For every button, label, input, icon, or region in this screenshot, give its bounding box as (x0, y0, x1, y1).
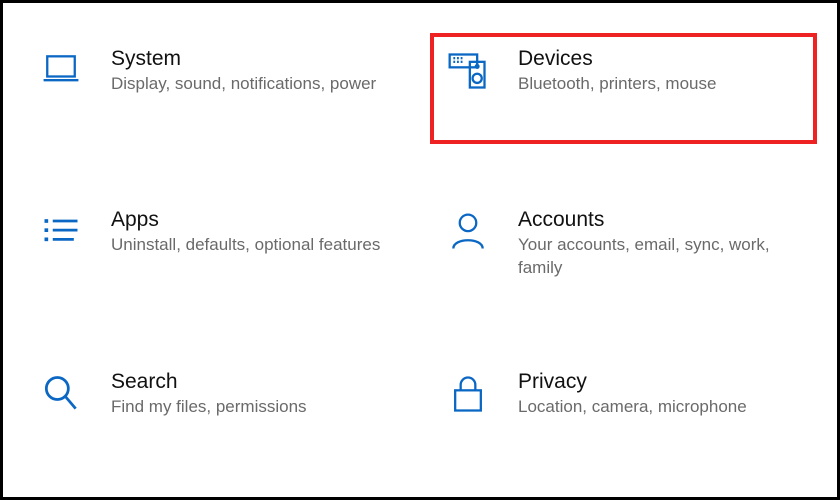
category-desc: Find my files, permissions (111, 396, 394, 419)
apps-list-icon (39, 210, 83, 254)
category-title: Search (111, 370, 394, 394)
category-title: Accounts (518, 208, 801, 232)
category-title: Apps (111, 208, 394, 232)
category-text: Accounts Your accounts, email, sync, wor… (518, 208, 801, 280)
category-desc: Display, sound, notifications, power (111, 73, 394, 96)
category-desc: Bluetooth, printers, mouse (518, 73, 801, 96)
person-icon (446, 210, 490, 254)
category-title: System (111, 47, 394, 71)
category-text: System Display, sound, notifications, po… (111, 47, 394, 96)
category-devices[interactable]: Devices Bluetooth, printers, mouse (430, 33, 817, 144)
devices-icon (446, 49, 490, 93)
laptop-icon (39, 49, 83, 93)
settings-categories-grid: System Display, sound, notifications, po… (23, 33, 817, 467)
category-apps[interactable]: Apps Uninstall, defaults, optional featu… (23, 194, 410, 305)
lock-icon (446, 372, 490, 416)
category-title: Privacy (518, 370, 801, 394)
category-privacy[interactable]: Privacy Location, camera, microphone (430, 356, 817, 467)
category-text: Devices Bluetooth, printers, mouse (518, 47, 801, 96)
category-text: Apps Uninstall, defaults, optional featu… (111, 208, 394, 257)
category-desc: Uninstall, defaults, optional features (111, 234, 394, 257)
category-accounts[interactable]: Accounts Your accounts, email, sync, wor… (430, 194, 817, 305)
category-text: Privacy Location, camera, microphone (518, 370, 801, 419)
category-text: Search Find my files, permissions (111, 370, 394, 419)
search-icon (39, 372, 83, 416)
category-title: Devices (518, 47, 801, 71)
category-system[interactable]: System Display, sound, notifications, po… (23, 33, 410, 144)
category-desc: Your accounts, email, sync, work, family (518, 234, 801, 280)
category-search[interactable]: Search Find my files, permissions (23, 356, 410, 467)
category-desc: Location, camera, microphone (518, 396, 801, 419)
